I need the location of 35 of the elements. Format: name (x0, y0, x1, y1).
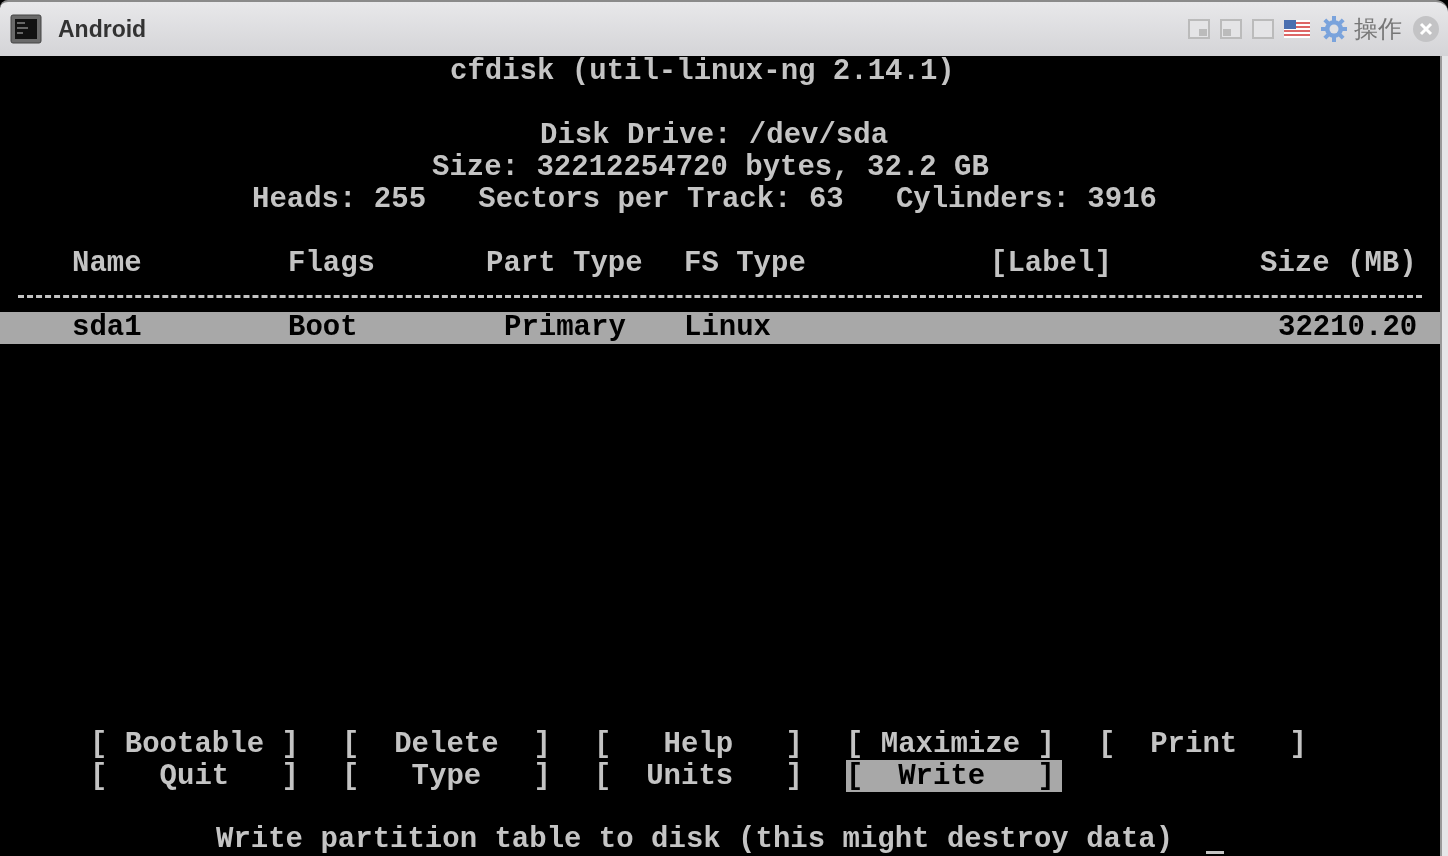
disk-drive-label: Disk Drive: /dev/sda (540, 120, 890, 152)
table-cell-text: Primary (504, 312, 627, 344)
command-button[interactable]: [ Type ] (342, 760, 558, 792)
command-button[interactable]: [ Print ] (1098, 728, 1314, 760)
disk-geometry-label: Heads: 255 Sectors per Track: 63 Cylinders: 3916 (252, 184, 1158, 216)
command-button[interactable]: [ Delete ] (342, 728, 558, 760)
disk-size-label: Size: 32212254720 bytes, 32.2 GB (432, 152, 990, 184)
maximize-icon[interactable] (1252, 19, 1274, 39)
table-cell-text: 32210.20 (1278, 312, 1419, 344)
program-title: cfdisk (util-linux-ng 2.14.1) (450, 56, 956, 88)
status-message: Write partition table to disk (this might destroy data) (216, 824, 1175, 856)
command-button[interactable]: [ Quit ] (90, 760, 306, 792)
command-button[interactable]: [ Help ] (594, 728, 810, 760)
menu-label[interactable]: 操作 (1354, 13, 1402, 45)
command-button[interactable]: [ Units ] (594, 760, 810, 792)
column-header: Part Type (486, 248, 644, 280)
column-header: Flags (288, 248, 376, 280)
settings-icon[interactable] (1320, 15, 1348, 43)
partition-row[interactable]: sda1 Boot Primary Linux 32210.20 (0, 312, 1440, 344)
terminal-icon (10, 14, 42, 44)
window-icon[interactable] (1220, 19, 1242, 39)
window-icon[interactable] (1188, 19, 1210, 39)
command-button[interactable]: [ Maximize ] (846, 728, 1062, 760)
column-header: Size (MB) (1260, 248, 1418, 280)
flag-icon[interactable] (1284, 20, 1310, 38)
command-button[interactable]: [ Write ] (846, 760, 1062, 792)
table-cell-text: Linux (684, 312, 772, 344)
table-cell-text: Boot (288, 312, 359, 344)
column-header: [Label] (990, 248, 1113, 280)
window-title: Android (58, 15, 147, 43)
column-header: Name (72, 248, 143, 280)
close-icon[interactable] (1412, 15, 1440, 43)
table-cell-text: sda1 (72, 312, 143, 344)
column-header: FS Type (684, 248, 807, 280)
command-button[interactable]: [ Bootable ] (90, 728, 306, 760)
